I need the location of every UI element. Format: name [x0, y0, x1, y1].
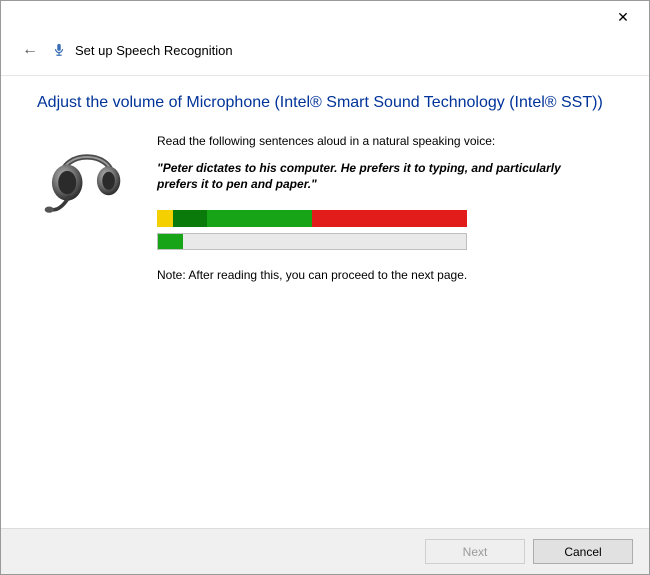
note-text: Note: After reading this, you can procee… — [157, 268, 593, 282]
cancel-button[interactable]: Cancel — [533, 539, 633, 564]
next-button[interactable]: Next — [425, 539, 525, 564]
close-icon: ✕ — [617, 10, 629, 24]
back-button[interactable]: ← — [19, 39, 41, 61]
microphone-icon — [51, 42, 67, 58]
volume-live-meter — [157, 233, 467, 250]
wizard-title: Set up Speech Recognition — [75, 43, 233, 58]
volume-range-meter — [157, 210, 467, 227]
wizard-footer: Next Cancel — [1, 528, 649, 574]
dictation-sentence: "Peter dictates to his computer. He pref… — [157, 160, 593, 192]
instruction-text: Read the following sentences aloud in a … — [157, 134, 593, 148]
wizard-header: ← Set up Speech Recognition — [1, 33, 649, 76]
back-arrow-icon: ← — [22, 41, 38, 59]
headset-icon — [37, 134, 137, 224]
page-title: Adjust the volume of Microphone (Intel® … — [37, 94, 613, 112]
close-button[interactable]: ✕ — [603, 3, 643, 31]
